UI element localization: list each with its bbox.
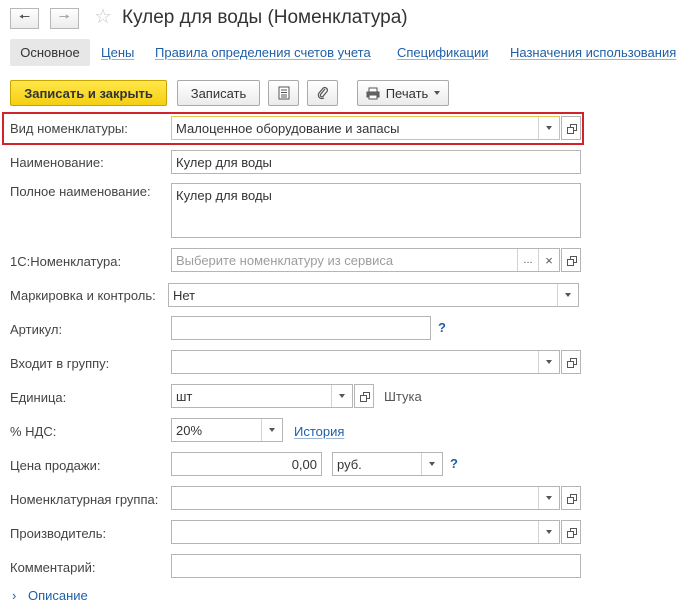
open-window-icon <box>566 358 577 368</box>
name-label: Наименование: <box>10 155 104 170</box>
tab-usage-purposes[interactable]: Назначения использования <box>510 45 676 60</box>
tab-specifications[interactable]: Спецификации <box>397 45 489 60</box>
nomen-group-open-button[interactable] <box>561 486 581 510</box>
save-button[interactable]: Записать <box>177 80 260 106</box>
kind-field[interactable]: Малоценное оборудование и запасы <box>171 116 560 140</box>
c1-input[interactable]: Выберите номенклатуру из сервиса ... × <box>171 248 560 272</box>
name-input[interactable]: Кулер для воды <box>171 150 581 174</box>
document-list-icon <box>278 86 289 100</box>
chevron-down-icon <box>546 126 552 130</box>
description-link: Описание <box>27 588 88 603</box>
chevron-down-icon <box>434 91 441 95</box>
star-icon[interactable]: ☆ <box>94 7 112 27</box>
unit-label: Единица: <box>10 390 67 405</box>
vat-value: 20% <box>176 422 203 438</box>
tab-accounting-rules[interactable]: Правила определения счетов учета <box>155 45 371 60</box>
price-help-icon[interactable]: ? <box>450 456 458 471</box>
unit-value: шт <box>176 388 193 404</box>
print-button[interactable]: Печать <box>357 80 449 106</box>
full-name-value: Кулер для воды <box>176 188 272 203</box>
document-list-button[interactable] <box>268 80 299 106</box>
manufacturer-label: Производитель: <box>10 526 107 541</box>
article-input[interactable] <box>171 316 431 340</box>
nomen-group-dropdown-button[interactable] <box>538 487 559 509</box>
unit-name: Штука <box>384 389 422 404</box>
c1-select-button[interactable]: ... <box>517 249 538 271</box>
unit-open-button[interactable] <box>354 384 374 408</box>
article-help-icon[interactable]: ? <box>438 320 446 335</box>
clear-icon: × <box>545 252 553 268</box>
tab-prices[interactable]: Цены <box>101 45 134 60</box>
unit-field[interactable]: шт <box>171 384 353 408</box>
manufacturer-dropdown-button[interactable] <box>538 521 559 543</box>
arrow-left-icon: 🠔 <box>18 8 31 24</box>
nomen-group-label: Номенклатурная группа: <box>10 492 159 507</box>
print-label: Печать <box>385 85 429 101</box>
chevron-down-icon <box>429 462 435 466</box>
price-input[interactable]: 0,00 <box>171 452 322 476</box>
c1-label: 1С:Номенклатура: <box>10 254 122 269</box>
open-window-icon <box>359 392 370 402</box>
currency-dropdown-button[interactable] <box>421 453 442 475</box>
save-and-close-button[interactable]: Записать и закрыть <box>10 80 167 106</box>
price-value: 0,00 <box>291 456 317 472</box>
group-label: Входит в группу: <box>10 356 110 371</box>
vat-history-link[interactable]: История <box>294 424 344 439</box>
kind-label: Вид номенклатуры: <box>10 121 128 136</box>
arrow-right-icon: 🠖 <box>58 8 71 24</box>
open-window-icon <box>566 124 577 134</box>
open-window-icon <box>566 528 577 538</box>
comment-label: Комментарий: <box>10 560 96 575</box>
paperclip-icon <box>317 87 328 100</box>
manufacturer-field[interactable] <box>171 520 560 544</box>
vat-dropdown-button[interactable] <box>261 419 282 441</box>
c1-open-button[interactable] <box>561 248 581 272</box>
c1-placeholder: Выберите номенклатуру из сервиса <box>176 252 394 268</box>
open-window-icon <box>566 494 577 504</box>
vat-label: % НДС: <box>10 424 57 439</box>
chevron-down-icon <box>269 428 275 432</box>
article-label: Артикул: <box>10 322 63 337</box>
chevron-down-icon <box>546 360 552 364</box>
ellipsis-icon: ... <box>523 254 533 266</box>
marking-label: Маркировка и контроль: <box>10 288 156 303</box>
chevron-down-icon <box>546 496 552 500</box>
group-open-button[interactable] <box>561 350 581 374</box>
tab-main[interactable]: Основное <box>10 39 90 66</box>
chevron-down-icon <box>339 394 345 398</box>
currency-select[interactable]: руб. <box>332 452 443 476</box>
back-button[interactable]: 🠔 <box>10 8 39 29</box>
kind-dropdown-button[interactable] <box>538 117 559 139</box>
marking-select[interactable]: Нет <box>168 283 579 307</box>
chevron-down-icon <box>565 293 571 297</box>
forward-button[interactable]: 🠖 <box>50 8 79 29</box>
kind-value: Малоценное оборудование и запасы <box>176 120 400 136</box>
chevron-right-icon: › <box>12 588 17 603</box>
currency-value: руб. <box>337 456 362 472</box>
description-toggle[interactable]: › Описание <box>12 588 88 603</box>
nomen-group-field[interactable] <box>171 486 560 510</box>
comment-input[interactable] <box>171 554 581 578</box>
name-value: Кулер для воды <box>176 154 272 170</box>
open-window-icon <box>566 256 577 266</box>
full-name-textarea[interactable]: Кулер для воды <box>171 183 581 238</box>
kind-open-button[interactable] <box>561 116 581 140</box>
price-label: Цена продажи: <box>10 458 101 473</box>
full-name-label: Полное наименование: <box>10 184 151 199</box>
c1-clear-button[interactable]: × <box>538 249 559 271</box>
page-title: Кулер для воды (Номенклатура) <box>122 7 408 28</box>
vat-select[interactable]: 20% <box>171 418 283 442</box>
attach-button[interactable] <box>307 80 338 106</box>
unit-dropdown-button[interactable] <box>331 385 352 407</box>
group-dropdown-button[interactable] <box>538 351 559 373</box>
manufacturer-open-button[interactable] <box>561 520 581 544</box>
chevron-down-icon <box>546 530 552 534</box>
marking-dropdown-button[interactable] <box>557 284 578 306</box>
marking-value: Нет <box>173 287 196 303</box>
printer-icon <box>366 87 380 99</box>
group-field[interactable] <box>171 350 560 374</box>
